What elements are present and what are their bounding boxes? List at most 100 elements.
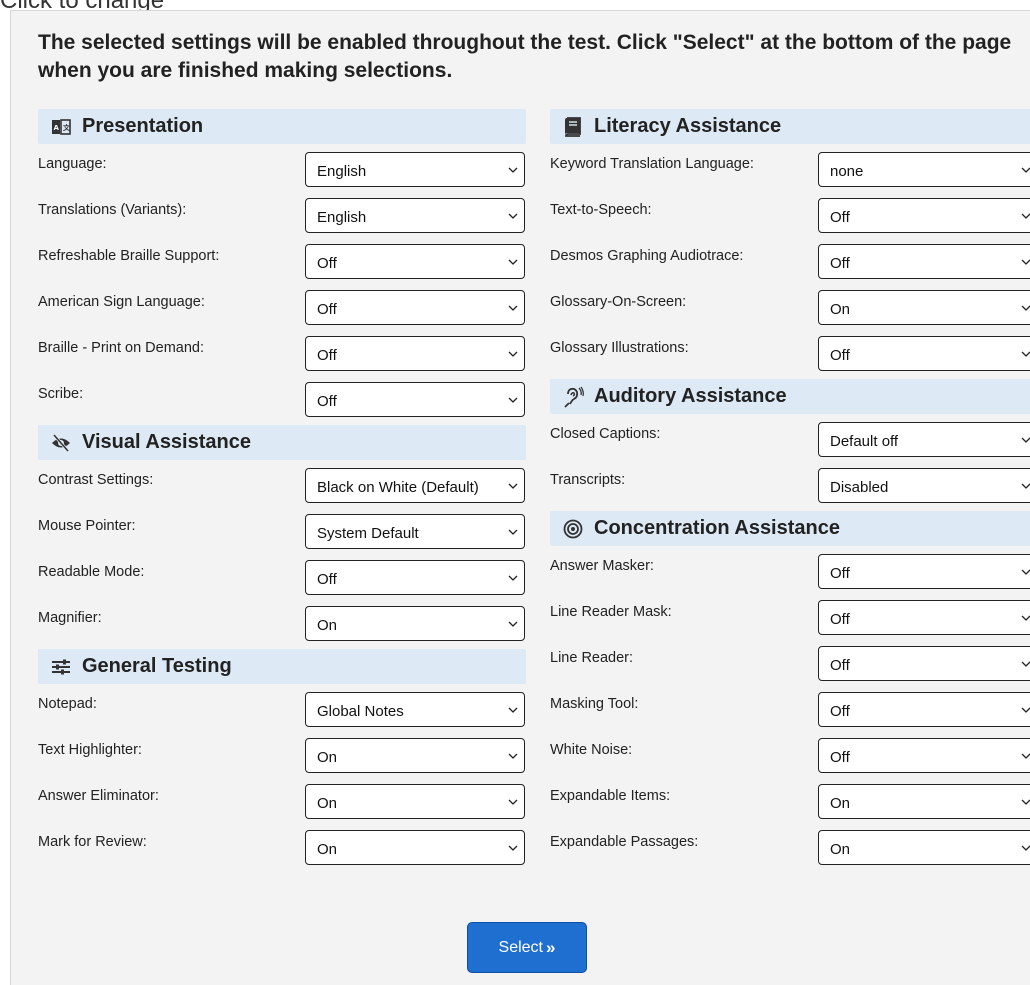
keyword-translation-language-select[interactable]: none — [818, 152, 1030, 187]
section-title: Presentation — [82, 115, 204, 137]
text-highlighter-select[interactable]: On — [305, 738, 525, 773]
section-title: Literacy Assistance — [594, 115, 782, 137]
setting-label: Line Reader: — [550, 650, 634, 666]
masking-tool-select[interactable]: Off — [818, 692, 1030, 727]
language-select[interactable]: English — [305, 152, 525, 187]
double-chevron-right-icon: » — [546, 937, 556, 957]
select-button-label: Select — [498, 938, 543, 956]
mouse-pointer-select[interactable]: System Default — [305, 514, 525, 549]
setting-row-readable-mode: Readable Mode: Off — [38, 554, 526, 600]
text-to-speech-select[interactable]: Off — [818, 198, 1030, 233]
setting-row-braille-print-on-demand: Braille - Print on Demand: Off — [38, 330, 526, 376]
desmos-graphing-audiotrace-select[interactable]: Off — [818, 244, 1030, 279]
setting-row-text-to-speech: Text-to-Speech: Off — [550, 192, 1030, 238]
setting-row-closed-captions: Closed Captions: Default off — [550, 416, 1030, 462]
select-value: English — [317, 163, 367, 180]
setting-row-refreshable-braille-support: Refreshable Braille Support: Off — [38, 238, 526, 284]
sliders-icon — [50, 656, 72, 678]
setting-label: Text-to-Speech: — [550, 202, 652, 218]
select-value: Off — [830, 347, 850, 364]
magnifier-select[interactable]: On — [305, 606, 525, 641]
chevron-down-icon — [1021, 707, 1030, 713]
select-value: On — [317, 749, 338, 766]
answer-eliminator-select[interactable]: On — [305, 784, 525, 819]
setting-label: Line Reader Mask: — [550, 604, 672, 620]
setting-label: Notepad: — [38, 696, 97, 712]
white-noise-select[interactable]: Off — [818, 738, 1030, 773]
chevron-down-icon — [1021, 799, 1030, 805]
line-reader-select[interactable]: Off — [818, 646, 1030, 681]
mark-for-review-select[interactable]: On — [305, 830, 525, 865]
setting-row-line-reader-mask: Line Reader Mask: Off — [550, 594, 1030, 640]
section-header-literacy-assistance: Literacy Assistance — [550, 109, 1030, 144]
answer-masker-select[interactable]: Off — [818, 554, 1030, 589]
setting-label: Answer Eliminator: — [38, 788, 159, 804]
setting-label: Closed Captions: — [550, 426, 661, 442]
setting-label: Text Highlighter: — [38, 742, 142, 758]
closed-captions-select[interactable]: Default off — [818, 422, 1030, 457]
select-value: On — [830, 795, 851, 812]
transcripts-select[interactable]: Disabled — [818, 468, 1030, 503]
setting-row-answer-eliminator: Answer Eliminator: On — [38, 778, 526, 824]
select-value: On — [317, 795, 338, 812]
select-value: Default off — [830, 433, 899, 450]
setting-label: American Sign Language: — [38, 294, 205, 310]
setting-row-american-sign-language: American Sign Language: Off — [38, 284, 526, 330]
select-button[interactable]: Select » — [467, 922, 587, 973]
american-sign-language-select[interactable]: Off — [305, 290, 525, 325]
chevron-down-icon — [508, 305, 518, 311]
expandable-passages-select[interactable]: On — [818, 830, 1030, 865]
target-icon — [562, 518, 584, 540]
setting-label: Keyword Translation Language: — [550, 156, 754, 172]
chevron-down-icon — [1021, 351, 1030, 357]
instructions-text: The selected settings will be enabled th… — [38, 31, 1012, 82]
setting-row-expandable-passages: Expandable Passages: On — [550, 824, 1030, 870]
scribe-select[interactable]: Off — [305, 382, 525, 417]
select-value: Off — [830, 209, 850, 226]
setting-label: Glossary-On-Screen: — [550, 294, 687, 310]
select-value: Disabled — [830, 479, 889, 496]
setting-label: Braille - Print on Demand: — [38, 340, 205, 356]
setting-row-contrast-settings: Contrast Settings: Black on White (Defaul… — [38, 462, 526, 508]
notepad-select[interactable]: Global Notes — [305, 692, 525, 727]
setting-row-line-reader: Line Reader: Off — [550, 640, 1030, 686]
setting-row-masking-tool: Masking Tool: Off — [550, 686, 1030, 732]
setting-label: Transcripts: — [550, 472, 626, 488]
translations-variants-select[interactable]: English — [305, 198, 525, 233]
line-reader-mask-select[interactable]: Off — [818, 600, 1030, 635]
glossary-on-screen-select[interactable]: On — [818, 290, 1030, 325]
section-title: Auditory Assistance — [594, 385, 787, 407]
section-title: Concentration Assistance — [594, 517, 840, 539]
setting-label: Scribe: — [38, 386, 84, 402]
expandable-items-select[interactable]: On — [818, 784, 1030, 819]
contrast-settings-select[interactable]: Black on White (Default) — [305, 468, 525, 503]
chevron-down-icon — [1021, 483, 1030, 489]
refreshable-braille-support-select[interactable]: Off — [305, 244, 525, 279]
chevron-down-icon — [1021, 167, 1030, 173]
chevron-down-icon — [1021, 615, 1030, 621]
chevron-down-icon — [1021, 437, 1030, 443]
select-value: Off — [830, 565, 850, 582]
setting-row-magnifier: Magnifier: On — [38, 600, 526, 646]
select-value: On — [830, 841, 851, 858]
setting-row-keyword-translation-language: Keyword Translation Language: none — [550, 146, 1030, 192]
select-value: Off — [317, 301, 337, 318]
select-value: Off — [830, 611, 850, 628]
chevron-down-icon — [1021, 305, 1030, 311]
braille-print-on-demand-select[interactable]: Off — [305, 336, 525, 371]
chevron-down-icon — [1021, 845, 1030, 851]
readable-mode-select[interactable]: Off — [305, 560, 525, 595]
select-value: On — [317, 841, 338, 858]
section-header-general-testing: General Testing — [38, 649, 526, 684]
setting-row-expandable-items: Expandable Items: On — [550, 778, 1030, 824]
select-value: Off — [317, 571, 337, 588]
setting-label: Masking Tool: — [550, 696, 639, 712]
select-value: Global Notes — [317, 703, 404, 720]
setting-row-language: Language: English — [38, 146, 526, 192]
setting-label: Magnifier: — [38, 610, 102, 626]
setting-row-mouse-pointer: Mouse Pointer: System Default — [38, 508, 526, 554]
glossary-illustrations-select[interactable]: Off — [818, 336, 1030, 371]
hearing-ear-icon — [562, 386, 584, 408]
